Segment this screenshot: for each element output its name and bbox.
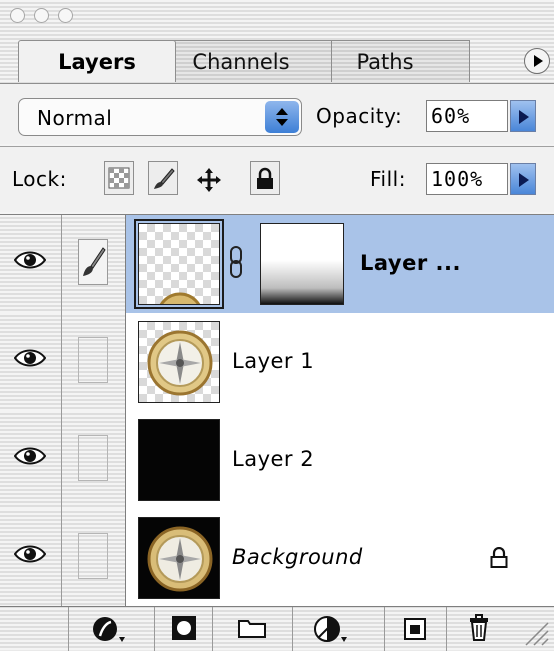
resize-grip-icon[interactable] (520, 617, 550, 647)
new-fill-adjustment-layer-button[interactable] (292, 607, 368, 651)
layer-content[interactable]: Layer ... (126, 215, 554, 313)
padlock-icon (257, 167, 273, 189)
blend-mode-stepper-icon[interactable] (265, 101, 299, 133)
layer-thumbnail[interactable] (138, 419, 220, 501)
tab-divider (0, 83, 554, 84)
fill-field[interactable]: 100% (426, 163, 508, 195)
layer-content[interactable]: Layer 1 (126, 313, 554, 411)
layer-row[interactable]: Layer ... (0, 215, 554, 313)
layers-palette: Paths Channels Layers Normal Opacity: 60… (0, 0, 554, 651)
compass-icon (147, 330, 213, 396)
opacity-label: Opacity: (316, 104, 403, 128)
close-button[interactable] (10, 8, 25, 23)
layer-name[interactable]: Layer ... (360, 251, 461, 275)
lock-all-button[interactable] (250, 161, 280, 195)
minimize-button[interactable] (34, 8, 49, 23)
compass-icon (147, 526, 213, 592)
layer-content[interactable]: Layer 2 (126, 411, 554, 509)
layer-thumbnail[interactable] (138, 321, 220, 403)
layer-row[interactable]: Layer 2 (0, 411, 554, 509)
link-indicator (78, 533, 108, 579)
eye-icon[interactable] (14, 347, 46, 369)
opacity-field[interactable]: 60% (426, 100, 508, 132)
eye-icon[interactable] (14, 249, 46, 271)
compass-icon (159, 292, 201, 304)
layer-mask-icon (172, 616, 196, 640)
eye-icon[interactable] (14, 445, 46, 467)
active-brush-indicator (78, 239, 108, 285)
link-indicator (78, 435, 108, 481)
bottom-toolbar (0, 606, 554, 651)
palette-title-bar[interactable] (0, 0, 554, 34)
visibility-cell[interactable] (0, 313, 62, 411)
padlock-icon (490, 547, 508, 568)
layers-list: Layer ... Layer 1 Layer 2 Background (0, 214, 554, 607)
trash-icon (470, 614, 488, 641)
tab-bar: Paths Channels Layers (0, 34, 554, 84)
lock-label: Lock: (12, 167, 67, 191)
tab-channels[interactable]: Channels (150, 40, 332, 82)
layer-thumbnail[interactable] (134, 219, 224, 309)
palette-menu-arrow-icon[interactable] (524, 48, 550, 74)
visibility-cell[interactable] (0, 509, 62, 607)
blend-mode-select[interactable]: Normal (18, 98, 302, 136)
layer-name[interactable]: Layer 2 (232, 447, 314, 471)
layer-mask-thumbnail[interactable] (260, 223, 344, 305)
link-indicator (78, 337, 108, 383)
layer-name[interactable]: Layer 1 (232, 349, 314, 373)
checkerboard-icon (108, 167, 130, 189)
fill-slider-arrow-icon[interactable] (510, 163, 536, 195)
layer-style-icon (93, 617, 125, 642)
tab-layers[interactable]: Layers (18, 40, 176, 82)
adjustment-layer-icon (314, 616, 347, 642)
layer-style-button[interactable] (68, 607, 154, 651)
layer-row[interactable]: Layer 1 (0, 313, 554, 411)
layer-content[interactable]: Background (126, 509, 554, 607)
layer-name[interactable]: Background (232, 545, 363, 569)
fill-label: Fill: (370, 167, 406, 191)
lock-row: Lock: Fill: 100% (0, 146, 554, 212)
link-cell[interactable] (62, 215, 126, 313)
layer-thumbnail[interactable] (138, 517, 220, 599)
lock-transparency-button[interactable] (104, 161, 134, 195)
new-layer-button[interactable] (384, 607, 446, 651)
delete-layer-button[interactable] (446, 607, 512, 651)
move-icon[interactable] (196, 167, 222, 197)
eye-icon[interactable] (14, 543, 46, 565)
opacity-slider-arrow-icon[interactable] (510, 100, 536, 132)
visibility-cell[interactable] (0, 411, 62, 509)
link-cell[interactable] (62, 509, 126, 607)
blend-row: Normal Opacity: 60% (0, 84, 554, 144)
link-chain-icon[interactable] (228, 245, 244, 279)
new-layer-icon (404, 618, 426, 640)
lock-image-pixels-button[interactable] (148, 161, 178, 195)
new-set-button[interactable] (212, 607, 292, 651)
layer-row[interactable]: Background (0, 509, 554, 607)
link-cell[interactable] (62, 411, 126, 509)
visibility-cell[interactable] (0, 215, 62, 313)
zoom-button[interactable] (58, 8, 73, 23)
brush-icon (154, 168, 175, 189)
folder-icon (238, 620, 266, 638)
link-cell[interactable] (62, 313, 126, 411)
brush-icon (83, 247, 106, 276)
add-layer-mask-button[interactable] (154, 607, 212, 651)
blend-mode-value: Normal (37, 106, 113, 130)
